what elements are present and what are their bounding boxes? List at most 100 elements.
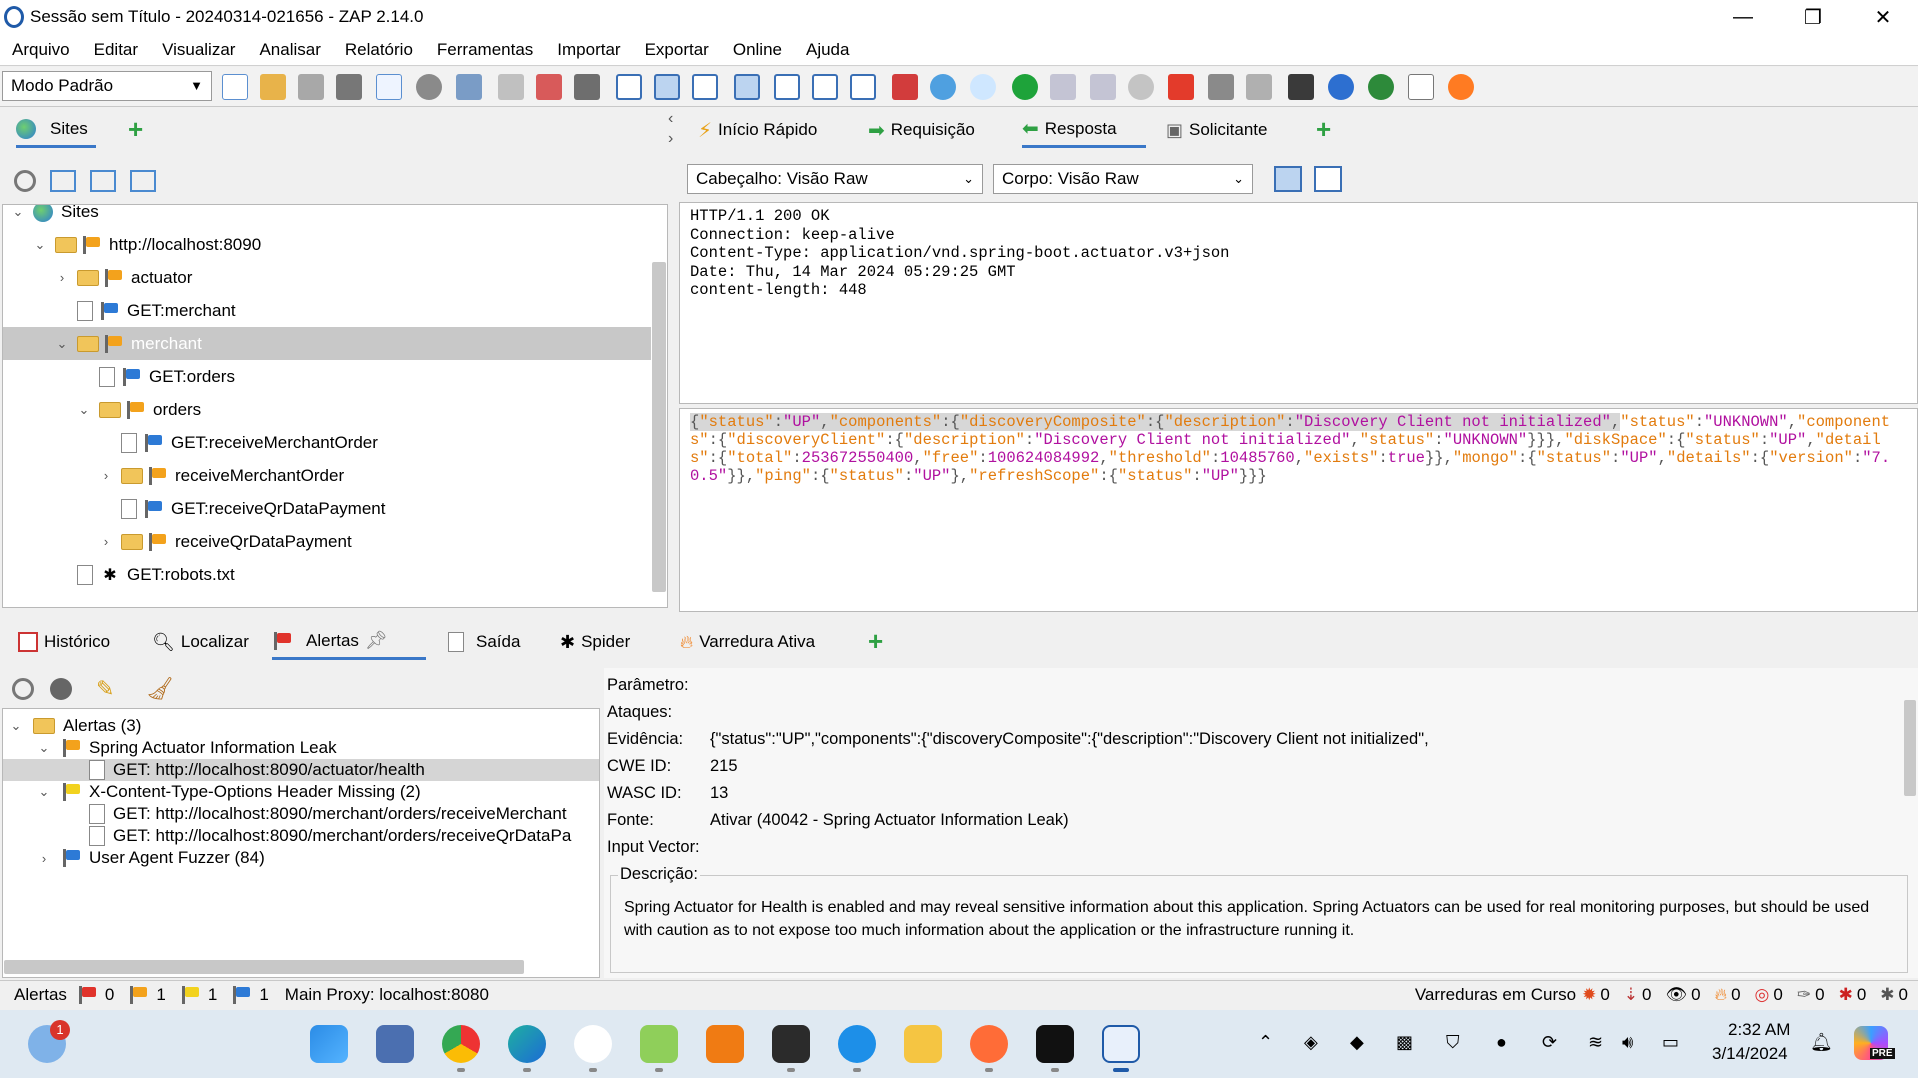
layout-1-icon[interactable] [616, 74, 642, 100]
alert-tree-item[interactable]: GET: http://localhost:8090/actuator/heal… [3, 759, 599, 781]
tab-historico[interactable]: Histórico [18, 624, 110, 660]
menu-analisar[interactable]: Analisar [247, 40, 332, 60]
windows-start-icon[interactable] [310, 1025, 348, 1063]
tab-alertas[interactable]: Alertas 📌︎ [272, 624, 426, 660]
tree-item[interactable]: ⌄ merchant [3, 327, 651, 360]
chevron-down-icon[interactable]: ⌄ [33, 237, 47, 253]
tree-item[interactable]: › receiveQrDataPayment [3, 525, 651, 558]
tab-solicitante[interactable]: ▣ Solicitante [1166, 112, 1267, 148]
detail-scrollbar[interactable] [1904, 700, 1916, 796]
body-view-select[interactable]: Corpo: Visão Raw ⌄ [993, 164, 1253, 194]
collapse-right-icon[interactable]: › [668, 130, 673, 148]
alert-tree-item[interactable]: GET: http://localhost:8090/merchant/orde… [3, 803, 599, 825]
chevron-right-icon[interactable]: › [99, 534, 113, 549]
chevron-down-icon[interactable]: ⌄ [77, 402, 91, 418]
tab-saida[interactable]: Saída [448, 624, 520, 660]
battery-icon[interactable]: ▭ [1662, 1032, 1679, 1053]
description-text[interactable]: Spring Actuator for Health is enabled an… [624, 896, 1894, 942]
docker-icon[interactable] [838, 1025, 876, 1063]
tree-item[interactable]: › actuator [3, 261, 651, 294]
alert-tree-item[interactable]: ⌄ Alertas (3) [3, 715, 599, 737]
chrome-icon[interactable] [442, 1025, 480, 1063]
target-icon[interactable] [12, 678, 34, 700]
alert-tree-item[interactable]: ⌄ Spring Actuator Information Leak [3, 737, 599, 759]
tree-item[interactable]: › receiveMerchantOrder [3, 459, 651, 492]
app-tray-icon[interactable]: ● [1496, 1032, 1507, 1053]
mongodb-icon[interactable] [574, 1025, 612, 1063]
globe-filter-icon[interactable] [50, 678, 72, 700]
chevron-right-icon[interactable]: › [37, 851, 51, 866]
sites-scrollbar[interactable] [652, 262, 666, 592]
layout-3-icon[interactable] [692, 74, 718, 100]
add-tab-plus-icon[interactable]: + [128, 114, 143, 145]
add-tab-plus-icon[interactable]: + [868, 626, 883, 657]
teams-icon[interactable]: ▩ [1396, 1032, 1413, 1053]
alerts-hscrollbar[interactable] [4, 960, 524, 974]
help-icon[interactable] [1328, 74, 1354, 100]
tree-item[interactable]: GET:receiveQrDataPayment [3, 492, 651, 525]
zap-app-icon[interactable] [1102, 1025, 1140, 1063]
new-context-icon[interactable] [50, 170, 76, 192]
notepad-icon[interactable] [640, 1025, 678, 1063]
add-tab-plus-icon[interactable]: + [1316, 114, 1331, 145]
response-header-panel[interactable]: HTTP/1.1 200 OK Connection: keep-alive C… [679, 202, 1918, 404]
terminal-icon[interactable] [1288, 74, 1314, 100]
tree-item[interactable]: GET:orders [3, 360, 651, 393]
mode-select[interactable]: Modo Padrão ▼ [2, 71, 212, 101]
alert-tree-item[interactable]: › User Agent Fuzzer (84) [3, 847, 599, 869]
clock-date[interactable]: 3/14/2024 [1712, 1044, 1788, 1064]
new-session-icon[interactable] [222, 74, 248, 100]
shield-icon[interactable]: ⛉ [1446, 1032, 1460, 1053]
continue-icon[interactable] [1090, 74, 1116, 100]
step-icon[interactable] [1050, 74, 1076, 100]
chevron-up-icon[interactable]: ⌃ [1258, 1032, 1273, 1053]
edit-pencil-icon[interactable]: ✎ [96, 676, 114, 702]
cwe-value[interactable]: 215 [710, 757, 738, 779]
menu-ajuda[interactable]: Ajuda [794, 40, 861, 60]
minimize-button[interactable]: — [1708, 0, 1778, 34]
marketplace-icon[interactable] [892, 74, 918, 100]
tab-inicio-rapido[interactable]: ⚡ Início Rápido [698, 112, 817, 148]
scissors-icon[interactable] [1168, 74, 1194, 100]
remove-break-icon[interactable] [536, 74, 562, 100]
add-break-icon[interactable] [498, 74, 524, 100]
forced-browse-icon[interactable] [1246, 74, 1272, 100]
tab-resposta[interactable]: ⬅ Resposta [1022, 112, 1146, 148]
tab-sites[interactable]: Sites [16, 112, 96, 148]
open-session-icon[interactable] [260, 74, 286, 100]
firefox-icon[interactable] [1448, 74, 1474, 100]
postman-icon[interactable] [970, 1025, 1008, 1063]
discord-icon[interactable]: ◈ [1304, 1032, 1318, 1053]
layout-6-icon[interactable] [812, 74, 838, 100]
hud-icon[interactable] [1368, 74, 1394, 100]
tree-item[interactable]: ⌄ Sites [3, 205, 651, 228]
volume-icon[interactable]: 🔊︎ [1622, 1032, 1633, 1053]
chevron-down-icon[interactable]: ⌄ [9, 718, 23, 734]
wasc-value[interactable]: 13 [710, 784, 728, 806]
export-icon[interactable] [456, 74, 482, 100]
menu-ferramentas[interactable]: Ferramentas [425, 40, 545, 60]
intellij-icon[interactable] [1036, 1025, 1074, 1063]
target-icon[interactable] [14, 170, 36, 192]
response-body-panel[interactable]: {"status":"UP","components":{"discoveryC… [679, 408, 1918, 612]
terminal-app-icon[interactable] [772, 1025, 810, 1063]
tab-spider[interactable]: ✱ Spider [560, 624, 630, 660]
gear-icon[interactable] [416, 74, 442, 100]
header-view-select[interactable]: Cabeçalho: Visão Raw ⌄ [687, 164, 983, 194]
drop-icon[interactable] [1128, 74, 1154, 100]
maximize-button[interactable]: ❐ [1778, 0, 1848, 34]
tab-varredura-ativa[interactable]: 🔥︎ Varredura Ativa [680, 624, 815, 660]
layout-7-icon[interactable] [850, 74, 876, 100]
lightbulb-icon[interactable] [970, 74, 996, 100]
menu-arquivo[interactable]: Arquivo [0, 40, 82, 60]
clock-time[interactable]: 2:32 AM [1728, 1020, 1790, 1040]
refresh-icon[interactable] [930, 74, 956, 100]
tree-item[interactable]: GET:receiveMerchantOrder [3, 426, 651, 459]
menu-online[interactable]: Online [721, 40, 794, 60]
chevron-down-icon[interactable]: ⌄ [55, 336, 69, 352]
source-value[interactable]: Ativar (40042 - Spring Actuator Informat… [710, 811, 1069, 833]
file-explorer-icon[interactable] [904, 1025, 942, 1063]
docker-tray-icon[interactable]: ◆ [1350, 1032, 1364, 1053]
app-tools-icon[interactable] [376, 1025, 414, 1063]
layout-4-icon[interactable] [734, 74, 760, 100]
